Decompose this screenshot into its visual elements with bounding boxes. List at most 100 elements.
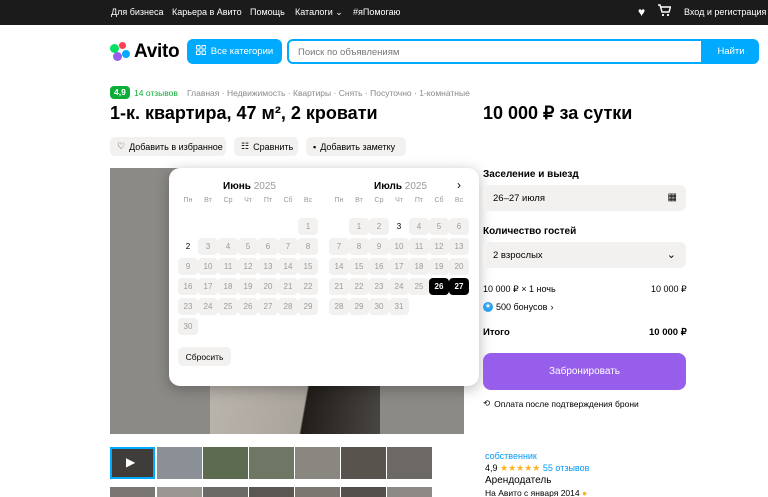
calendar-day[interactable]: 14 bbox=[329, 258, 349, 275]
calendar-day[interactable]: 9 bbox=[178, 258, 198, 275]
calendar-day[interactable]: 5 bbox=[429, 218, 449, 235]
calendar-day[interactable]: 10 bbox=[198, 258, 218, 275]
calendar-day[interactable]: 26 bbox=[429, 278, 449, 295]
calendar-day[interactable]: 16 bbox=[178, 278, 198, 295]
calendar-day[interactable]: 10 bbox=[389, 238, 409, 255]
breadcrumb-item[interactable]: Недвижимость bbox=[227, 88, 285, 98]
avito-logo[interactable]: Avito bbox=[110, 40, 180, 64]
compare-button[interactable]: ☷ Сравнить bbox=[234, 137, 298, 156]
calendar-day[interactable]: 18 bbox=[218, 278, 238, 295]
calendar-day[interactable]: 25 bbox=[409, 278, 429, 295]
calendar-day[interactable]: 14 bbox=[278, 258, 298, 275]
chevron-right-icon[interactable]: › bbox=[457, 178, 461, 192]
add-to-favorites-button[interactable]: ♡ Добавить в избранное bbox=[110, 137, 226, 156]
calendar-day[interactable]: 22 bbox=[349, 278, 369, 295]
gallery-thumbnail[interactable] bbox=[157, 487, 202, 497]
calendar-day[interactable]: 1 bbox=[298, 218, 318, 235]
calendar-day[interactable]: 18 bbox=[409, 258, 429, 275]
calendar-day[interactable]: 28 bbox=[329, 298, 349, 315]
breadcrumb-item[interactable]: Посуточно bbox=[370, 88, 412, 98]
gallery-thumbnail[interactable] bbox=[295, 487, 340, 497]
topbar-link-career[interactable]: Карьера в Авито bbox=[172, 7, 242, 17]
gallery-thumbnail[interactable] bbox=[157, 447, 202, 479]
calendar-day[interactable]: 20 bbox=[449, 258, 469, 275]
calendar-day[interactable]: 21 bbox=[278, 278, 298, 295]
gallery-thumbnail[interactable] bbox=[387, 487, 432, 497]
topbar-link-catalogs[interactable]: Каталоги ⌄ bbox=[295, 7, 343, 18]
calendar-day[interactable]: 7 bbox=[329, 238, 349, 255]
guests-select[interactable]: 2 взрослых ⌄ bbox=[483, 242, 686, 268]
gallery-thumbnail[interactable] bbox=[341, 447, 386, 479]
calendar-day[interactable]: 4 bbox=[409, 218, 429, 235]
gallery-thumbnail[interactable] bbox=[203, 487, 248, 497]
heart-icon[interactable]: ♥ bbox=[638, 5, 645, 19]
search-button[interactable]: Найти bbox=[703, 39, 759, 64]
calendar-day[interactable]: 27 bbox=[258, 298, 278, 315]
calendar-day[interactable]: 3 bbox=[198, 238, 218, 255]
owner-reviews-link[interactable]: 55 отзывов bbox=[543, 463, 590, 473]
calendar-day[interactable]: 9 bbox=[369, 238, 389, 255]
gallery-thumbnail[interactable] bbox=[387, 447, 432, 479]
breadcrumb-item[interactable]: Квартиры bbox=[293, 88, 331, 98]
checkin-field[interactable]: 26–27 июля ▦ bbox=[483, 185, 686, 211]
calendar-day[interactable]: 4 bbox=[218, 238, 238, 255]
calendar-day[interactable]: 24 bbox=[389, 278, 409, 295]
calendar-day[interactable]: 2 bbox=[369, 218, 389, 235]
calendar-day[interactable]: 21 bbox=[329, 278, 349, 295]
breadcrumb-item[interactable]: Снять bbox=[339, 88, 363, 98]
calendar-day[interactable]: 23 bbox=[369, 278, 389, 295]
search-input[interactable]: Поиск по объявлениям bbox=[287, 39, 703, 64]
calendar-day[interactable]: 29 bbox=[349, 298, 369, 315]
calendar-day[interactable]: 27 bbox=[449, 278, 469, 295]
calendar-day[interactable]: 16 bbox=[369, 258, 389, 275]
calendar-day[interactable]: 11 bbox=[409, 238, 429, 255]
calendar-day[interactable]: 8 bbox=[349, 238, 369, 255]
topbar-link-business[interactable]: Для бизнеса bbox=[111, 7, 164, 17]
all-categories-button[interactable]: Все категории bbox=[187, 39, 282, 64]
calendar-day[interactable]: 3 bbox=[389, 218, 409, 235]
gallery-thumbnail[interactable] bbox=[249, 447, 294, 479]
calendar-day[interactable]: 2 bbox=[178, 238, 198, 255]
calendar-day[interactable]: 19 bbox=[429, 258, 449, 275]
calendar-day[interactable]: 15 bbox=[349, 258, 369, 275]
calendar-day[interactable]: 22 bbox=[298, 278, 318, 295]
calendar-day[interactable]: 6 bbox=[258, 238, 278, 255]
calendar-day[interactable]: 29 bbox=[298, 298, 318, 315]
calendar-day[interactable]: 7 bbox=[278, 238, 298, 255]
login-link[interactable]: Вход и регистрация bbox=[684, 7, 766, 17]
calendar-day[interactable]: 1 bbox=[349, 218, 369, 235]
calendar-day[interactable]: 5 bbox=[238, 238, 258, 255]
calendar-day[interactable]: 31 bbox=[389, 298, 409, 315]
calendar-day[interactable]: 17 bbox=[389, 258, 409, 275]
calendar-day[interactable]: 12 bbox=[238, 258, 258, 275]
gallery-thumbnail[interactable] bbox=[341, 487, 386, 497]
calendar-day[interactable]: 19 bbox=[238, 278, 258, 295]
calendar-day[interactable]: 23 bbox=[178, 298, 198, 315]
owner-name-link[interactable]: собственник bbox=[485, 451, 537, 461]
gallery-thumbnail[interactable] bbox=[203, 447, 248, 479]
calendar-day[interactable]: 20 bbox=[258, 278, 278, 295]
book-button[interactable]: Забронировать bbox=[483, 353, 686, 390]
calendar-day[interactable]: 17 bbox=[198, 278, 218, 295]
calendar-day[interactable]: 24 bbox=[198, 298, 218, 315]
reviews-link[interactable]: 14 отзывов bbox=[134, 88, 178, 98]
gallery-thumbnail[interactable] bbox=[295, 447, 340, 479]
topbar-link-yapomogayu[interactable]: #яПомогаю bbox=[353, 7, 400, 17]
calendar-day[interactable]: 26 bbox=[238, 298, 258, 315]
bonus-link[interactable]: ★ 500 бонусов › bbox=[483, 301, 553, 313]
calendar-day[interactable]: 30 bbox=[369, 298, 389, 315]
calendar-day[interactable]: 28 bbox=[278, 298, 298, 315]
calendar-day[interactable]: 25 bbox=[218, 298, 238, 315]
breadcrumb-item[interactable]: Главная bbox=[187, 88, 219, 98]
calendar-day[interactable]: 13 bbox=[258, 258, 278, 275]
calendar-day[interactable]: 15 bbox=[298, 258, 318, 275]
calendar-day[interactable]: 30 bbox=[178, 318, 198, 335]
add-note-button[interactable]: ▪ Добавить заметку bbox=[306, 137, 406, 156]
calendar-day[interactable]: 12 bbox=[429, 238, 449, 255]
calendar-day[interactable]: 6 bbox=[449, 218, 469, 235]
cart-icon[interactable] bbox=[657, 3, 672, 17]
calendar-day[interactable]: 8 bbox=[298, 238, 318, 255]
calendar-day[interactable]: 11 bbox=[218, 258, 238, 275]
gallery-thumbnail-video[interactable]: ▶ bbox=[110, 447, 155, 479]
gallery-thumbnail[interactable] bbox=[249, 487, 294, 497]
